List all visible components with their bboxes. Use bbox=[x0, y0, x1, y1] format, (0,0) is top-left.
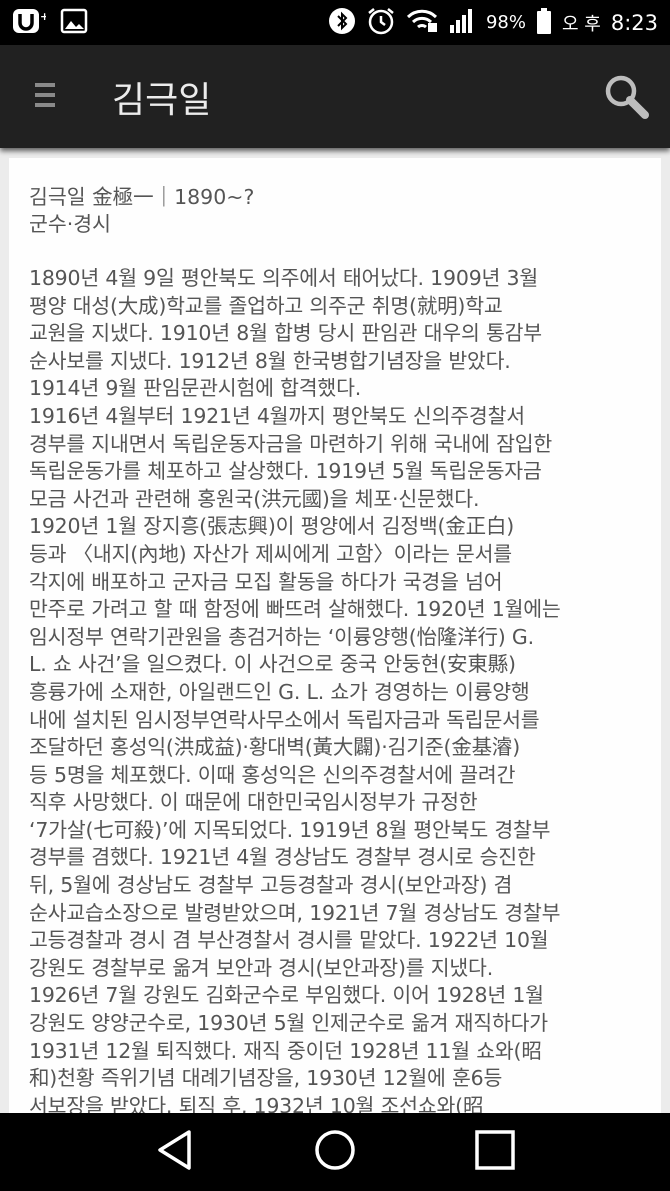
article-line: 1931년 12월 퇴직했다. 재직 중이던 1928년 11월 쇼와(昭 bbox=[29, 1038, 542, 1063]
page-title: 김극일 bbox=[112, 79, 212, 121]
article-line: 조달하던 홍성익(洪成益)·황대벽(黃大闢)·김기준(金基濬) bbox=[29, 735, 521, 760]
article-line: 순사보를 지냈다. 1912년 8월 한국병합기념장을 받았다. bbox=[29, 348, 511, 373]
alarm-icon bbox=[366, 6, 396, 40]
gallery-icon bbox=[60, 7, 88, 39]
search-button[interactable] bbox=[602, 72, 652, 122]
menu-icon bbox=[33, 80, 57, 114]
app-u-icon: + bbox=[12, 6, 49, 40]
article-line: 1926년 7월 강원도 김화군수로 부임했다. 이어 1928년 1월 bbox=[29, 983, 544, 1008]
home-button[interactable] bbox=[295, 1113, 375, 1191]
article-line: 순사교습소장으로 발령받았으며, 1921년 7월 경상남도 경찰부 bbox=[29, 900, 561, 925]
article-line: 독립운동가를 체포하고 살상했다. 1919년 5월 독립운동자금 bbox=[29, 459, 542, 484]
app-bar: 김극일 bbox=[0, 45, 670, 148]
article-line: 교원을 지냈다. 1910년 8월 합병 당시 판임관 대우의 통감부 bbox=[29, 321, 542, 346]
svg-text:+: + bbox=[40, 10, 46, 23]
article-role: 군수·경시 bbox=[29, 212, 111, 236]
article-line: 1916년 4월부터 1921년 4월까지 평안북도 신의주경찰서 bbox=[29, 403, 525, 428]
recents-icon bbox=[474, 1129, 516, 1175]
wifi-icon bbox=[406, 7, 438, 39]
article-line: 서보장을 받았다. 퇴직 후, 1932년 10월 조선쇼와(昭 bbox=[29, 1093, 484, 1113]
article-line: 고등경찰과 경시 겸 부산경찰서 경시를 맡았다. 1922년 10월 bbox=[29, 928, 549, 953]
article-line: 만주로 가려고 할 때 함정에 빠뜨려 살해했다. 1920년 1월에는 bbox=[29, 597, 561, 622]
article-line: 1920년 1월 장지흥(張志興)이 평양에서 김정백(金正白) bbox=[29, 514, 515, 539]
article-line: 평양 대성(大成)학교를 졸업하고 의주군 취명(就明)학교 bbox=[29, 293, 503, 318]
article-card: 김극일 金極一｜1890~? 군수·경시 1890년 4월 9일 평안북도 의주… bbox=[9, 158, 661, 1113]
menu-button[interactable] bbox=[0, 45, 90, 148]
article-line: 뒤, 5월에 경상남도 경찰부 고등경찰과 경시(보안과장) 겸 bbox=[29, 873, 513, 898]
article-line: 임시정부 연락기관원을 총검거하는 ‘이륭양행(怡隆洋行) G. bbox=[29, 624, 534, 649]
signal-icon bbox=[448, 7, 476, 39]
back-button[interactable] bbox=[135, 1113, 215, 1191]
article-line: 내에 설치된 임시정부연락사무소에서 독립자금과 독립문서를 bbox=[29, 707, 540, 732]
article-line: 등과 〈내지(內地) 자산가 제씨에게 고함〉이라는 문서를 bbox=[29, 541, 512, 566]
navigation-bar bbox=[0, 1113, 670, 1191]
status-time: 8:23 bbox=[610, 10, 658, 35]
article-line: 和)천황 즉위기념 대례기념장을, 1930년 12월에 훈6등 bbox=[29, 1066, 503, 1091]
article-line: 각지에 배포하고 군자금 모집 활동을 하다가 국경을 넘어 bbox=[29, 569, 503, 594]
article-line: 모금 사건과 관련해 홍원국(洪元國)을 체포·신문했다. bbox=[29, 486, 480, 511]
status-bar: + 98% 오 후 8:23 bbox=[0, 0, 670, 45]
article-line: 경부를 겸했다. 1921년 4월 경상남도 경찰부 경시로 승진한 bbox=[29, 845, 536, 870]
article-line: 경부를 지내면서 독립운동자금을 마련하기 위해 국내에 잠입한 bbox=[29, 431, 553, 456]
article-line: L. 쇼 사건’을 일으켰다. 이 사건으로 중국 안둥현(安東縣) bbox=[29, 652, 516, 677]
battery-icon bbox=[536, 7, 552, 39]
article-line: ‘7가살(七可殺)’에 지목되었다. 1919년 8월 평안북도 경찰부 bbox=[29, 817, 551, 842]
battery-percent: 98% bbox=[485, 12, 526, 33]
recents-button[interactable] bbox=[455, 1113, 535, 1191]
article-line: 강원도 경찰부로 옮겨 보안과 경시(보안과장)를 지냈다. bbox=[29, 955, 494, 980]
article-line: 1914년 9월 판임문관시험에 합격했다. bbox=[29, 376, 362, 401]
content-area[interactable]: 김극일 金極一｜1890~? 군수·경시 1890년 4월 9일 평안북도 의주… bbox=[0, 148, 670, 1113]
home-icon bbox=[313, 1128, 357, 1176]
article-line: 1890년 4월 9일 평안북도 의주에서 태어났다. 1909년 3월 bbox=[29, 266, 539, 290]
article-line: 강원도 양양군수로, 1930년 5월 인제군수로 옮겨 재직하다가 bbox=[29, 1011, 548, 1036]
bluetooth-icon bbox=[328, 7, 356, 39]
article-line: 등 5명을 체포했다. 이때 홍성익은 신의주경찰서에 끌려간 bbox=[29, 762, 516, 787]
article-heading: 김극일 金極一｜1890~? bbox=[29, 185, 255, 209]
search-icon bbox=[602, 75, 652, 126]
article-body: 1890년 4월 9일 평안북도 의주에서 태어났다. 1909년 3월평양 대… bbox=[29, 265, 643, 1113]
article-line: 직후 사망했다. 이 때문에 대한민국임시정부가 규정한 bbox=[29, 790, 478, 815]
article-line: 흥륭가에 소재한, 아일랜드인 G. L. 쇼가 경영하는 이륭양행 bbox=[29, 679, 530, 704]
back-icon bbox=[155, 1129, 195, 1175]
status-ampm: 오 후 bbox=[561, 13, 601, 35]
